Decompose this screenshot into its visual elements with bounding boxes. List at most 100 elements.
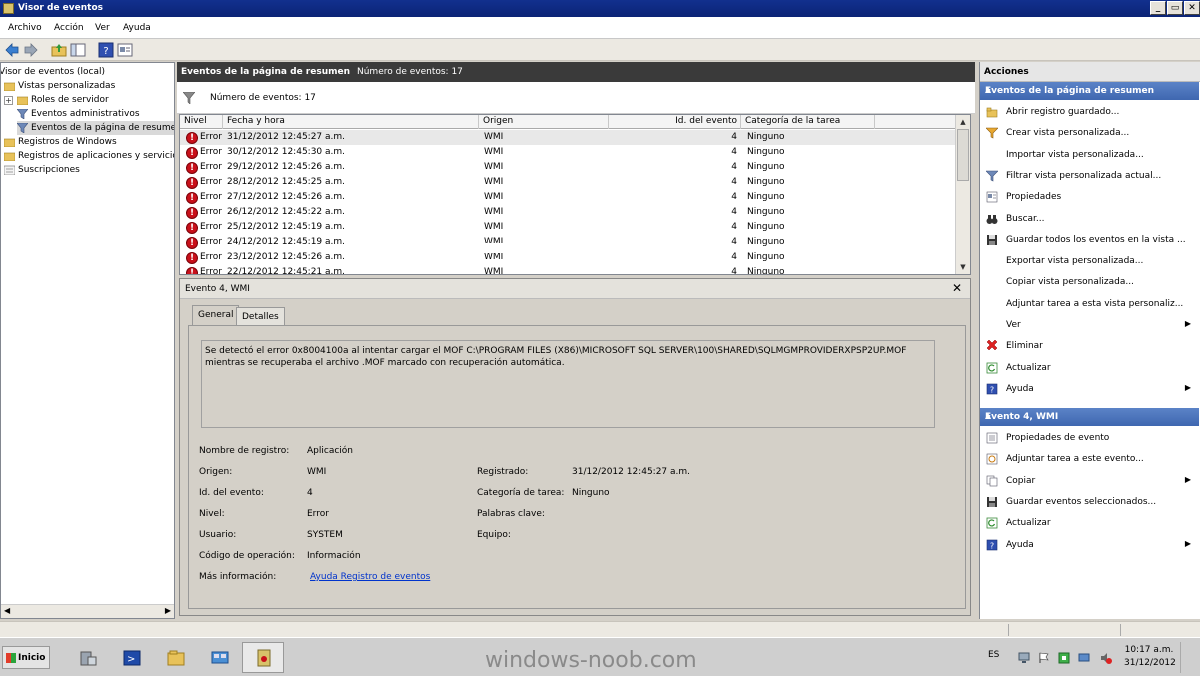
language-indicator[interactable]: ES bbox=[988, 650, 999, 660]
start-button[interactable]: Inicio bbox=[2, 646, 50, 669]
tree-item-admin-events[interactable]: Eventos administrativos bbox=[17, 107, 140, 121]
menu-archivo[interactable]: Archivo bbox=[8, 23, 42, 33]
tree-horizontal-scrollbar[interactable]: ◀ ▶ bbox=[1, 604, 174, 618]
column-header-date[interactable]: Fecha y hora bbox=[223, 115, 479, 129]
action-item[interactable]: Buscar... bbox=[980, 209, 1199, 229]
action-item[interactable]: Exportar vista personalizada... bbox=[980, 251, 1199, 271]
events-grid: Nivel Fecha y hora Origen Id. del evento… bbox=[179, 114, 971, 275]
back-arrow-icon[interactable] bbox=[4, 42, 20, 58]
close-button[interactable]: ✕ bbox=[1184, 1, 1200, 15]
table-row[interactable]: ! Error 30/12/2012 12:45:30 a.m. WMI 4 Ningun… bbox=[180, 145, 955, 160]
tray-monitor-icon[interactable] bbox=[1078, 652, 1090, 664]
action-item[interactable]: Filtrar vista personalizada actual... bbox=[980, 166, 1199, 186]
forward-arrow-icon[interactable] bbox=[23, 42, 39, 58]
tree-item-custom-views[interactable]: Vistas personalizadas bbox=[4, 79, 115, 93]
column-header-level[interactable]: Nivel bbox=[180, 115, 223, 129]
minimize-button[interactable]: _ bbox=[1150, 1, 1166, 15]
taskbar-explorer[interactable] bbox=[154, 642, 196, 673]
table-row[interactable]: ! Error 26/12/2012 12:45:22 a.m. WMI 4 Ningun… bbox=[180, 205, 955, 220]
row-event-id: 4 bbox=[731, 252, 737, 262]
row-source: WMI bbox=[484, 177, 504, 187]
table-row[interactable]: ! Error 31/12/2012 12:45:27 a.m. WMI 4 Ningun… bbox=[180, 130, 955, 145]
action-item[interactable]: Adjuntar tarea a este evento... bbox=[980, 449, 1199, 469]
table-row[interactable]: ! Error 22/12/2012 12:45:21 a.m. WMI 4 Ningun… bbox=[180, 265, 955, 275]
show-hide-tree-icon[interactable] bbox=[70, 42, 86, 58]
actions-section-event[interactable]: Evento 4, WMI ▲ bbox=[980, 408, 1199, 426]
action-item[interactable]: Actualizar bbox=[980, 513, 1199, 533]
tree-item-root[interactable]: Visor de eventos (local) bbox=[1, 65, 105, 79]
tray-network-icon[interactable] bbox=[1058, 652, 1070, 664]
tree-item-app-service-logs[interactable]: Registros de aplicaciones y servicios bbox=[4, 149, 174, 163]
column-header-event-id[interactable]: Id. del evento bbox=[609, 115, 741, 129]
scroll-down-arrow-icon[interactable]: ▼ bbox=[957, 261, 969, 273]
action-item[interactable]: Ver ▶ bbox=[980, 315, 1199, 335]
table-row[interactable]: ! Error 27/12/2012 12:45:26 a.m. WMI 4 Ningun… bbox=[180, 190, 955, 205]
scroll-right-arrow-icon[interactable]: ▶ bbox=[165, 606, 171, 615]
row-date: 25/12/2012 12:45:19 a.m. bbox=[227, 222, 346, 232]
action-item[interactable]: Abrir registro guardado... bbox=[980, 102, 1199, 122]
action-label: Eliminar bbox=[1006, 341, 1043, 352]
tree-item-subscriptions[interactable]: Suscripciones bbox=[4, 163, 80, 177]
open-folder-icon bbox=[986, 107, 998, 118]
action-item[interactable]: ? Ayuda ▶ bbox=[980, 379, 1199, 399]
action-item[interactable]: Propiedades bbox=[980, 187, 1199, 207]
folder-up-icon[interactable] bbox=[51, 42, 67, 58]
table-row[interactable]: ! Error 29/12/2012 12:45:26 a.m. WMI 4 Ningun… bbox=[180, 160, 955, 175]
table-row[interactable]: ! Error 28/12/2012 12:45:25 a.m. WMI 4 Ningun… bbox=[180, 175, 955, 190]
show-desktop-button[interactable] bbox=[1180, 642, 1196, 673]
tab-general[interactable]: General bbox=[192, 305, 240, 325]
column-header-task-category[interactable]: Categoría de la tarea bbox=[741, 115, 875, 129]
action-item[interactable]: ? Ayuda ▶ bbox=[980, 535, 1199, 555]
tray-flag-icon[interactable] bbox=[1038, 652, 1050, 664]
action-item[interactable]: Guardar eventos seleccionados... bbox=[980, 492, 1199, 512]
row-category: Ninguno bbox=[747, 177, 785, 187]
taskbar-event-viewer[interactable] bbox=[242, 642, 284, 673]
column-header-source[interactable]: Origen bbox=[479, 115, 609, 129]
menu-ver[interactable]: Ver bbox=[95, 23, 110, 33]
toolbar: ? bbox=[0, 39, 1200, 61]
tree-item-windows-logs[interactable]: Registros de Windows bbox=[4, 135, 117, 149]
action-item[interactable]: Actualizar bbox=[980, 358, 1199, 378]
table-row[interactable]: ! Error 24/12/2012 12:45:19 a.m. WMI 4 Ningun… bbox=[180, 235, 955, 250]
collapse-up-icon[interactable]: ▲ bbox=[985, 85, 1193, 94]
action-item[interactable]: Copiar ▶ bbox=[980, 471, 1199, 491]
tab-detalles[interactable]: Detalles bbox=[236, 307, 285, 325]
system-clock[interactable]: 10:17 a.m. 31/12/2012 bbox=[1124, 644, 1176, 670]
properties-pane-icon[interactable] bbox=[117, 42, 133, 58]
scroll-thumb[interactable] bbox=[957, 129, 969, 181]
taskbar-network[interactable] bbox=[198, 642, 240, 673]
collapse-up-icon[interactable]: ▲ bbox=[985, 411, 1193, 420]
scroll-up-arrow-icon[interactable]: ▲ bbox=[957, 116, 969, 128]
detail-close-icon[interactable]: ✕ bbox=[952, 281, 962, 295]
action-item[interactable]: Guardar todos los eventos en la vista ..… bbox=[980, 230, 1199, 250]
maximize-button[interactable]: ▭ bbox=[1167, 1, 1183, 15]
row-category: Ninguno bbox=[747, 267, 785, 275]
action-item[interactable]: Eliminar bbox=[980, 336, 1199, 356]
menu-ayuda[interactable]: Ayuda bbox=[123, 23, 151, 33]
action-item[interactable]: Propiedades de evento bbox=[980, 428, 1199, 448]
more-info-link[interactable]: Ayuda Registro de eventos bbox=[310, 572, 430, 582]
tree-item-summary-page-events[interactable]: Eventos de la página de resumen bbox=[17, 121, 174, 135]
tray-computer-icon[interactable] bbox=[1018, 652, 1030, 664]
expand-toggle[interactable]: + bbox=[4, 96, 13, 105]
grid-vertical-scrollbar[interactable]: ▲ ▼ bbox=[955, 115, 970, 274]
menu-accion[interactable]: Acción bbox=[54, 23, 84, 33]
actions-section-summary[interactable]: Eventos de la página de resumen ▲ bbox=[980, 82, 1199, 100]
action-item[interactable]: Adjuntar tarea a esta vista personaliz..… bbox=[980, 294, 1199, 314]
help-icon[interactable]: ? bbox=[98, 42, 114, 58]
row-date: 30/12/2012 12:45:30 a.m. bbox=[227, 147, 346, 157]
action-label: Crear vista personalizada... bbox=[1006, 128, 1130, 139]
action-label: Ayuda bbox=[1006, 383, 1034, 394]
tree-item-server-roles[interactable]: Roles de servidor bbox=[17, 93, 109, 107]
svg-text:?: ? bbox=[990, 385, 994, 394]
action-label: Filtrar vista personalizada actual... bbox=[1006, 170, 1162, 181]
action-item[interactable]: Importar vista personalizada... bbox=[980, 145, 1199, 165]
table-row[interactable]: ! Error 25/12/2012 12:45:19 a.m. WMI 4 Ningun… bbox=[180, 220, 955, 235]
taskbar-server-manager[interactable] bbox=[66, 642, 108, 673]
tray-volume-muted-icon[interactable] bbox=[1100, 652, 1112, 664]
action-item[interactable]: Crear vista personalizada... bbox=[980, 123, 1199, 143]
scroll-left-arrow-icon[interactable]: ◀ bbox=[4, 606, 10, 615]
taskbar-powershell[interactable]: > bbox=[110, 642, 152, 673]
table-row[interactable]: ! Error 23/12/2012 12:45:26 a.m. WMI 4 Ningun… bbox=[180, 250, 955, 265]
action-item[interactable]: Copiar vista personalizada... bbox=[980, 272, 1199, 292]
